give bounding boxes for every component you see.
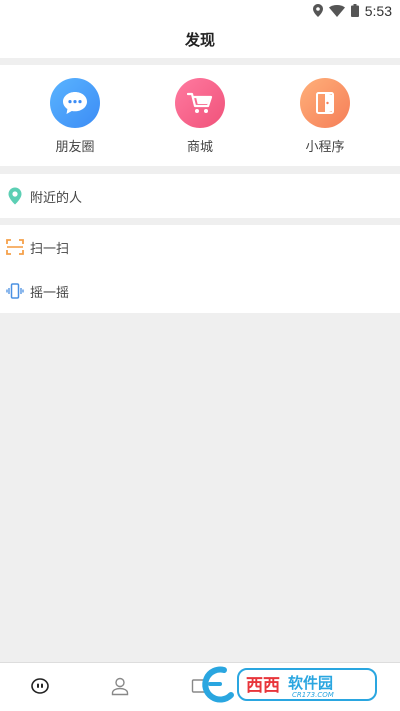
- quick-label-mini-program: 小程序: [305, 140, 345, 155]
- page-title: 发现: [184, 31, 215, 49]
- quick-item-mall[interactable]: 商城: [150, 78, 250, 155]
- scan-label: 扫一扫: [30, 241, 70, 257]
- tab-chats[interactable]: [20, 663, 60, 711]
- contacts-tab-icon: [110, 676, 130, 700]
- door-icon: [300, 78, 350, 128]
- scan-icon: [6, 238, 24, 256]
- header: 发现: [0, 22, 400, 58]
- shopping-cart-icon: [175, 78, 225, 128]
- watermark-logo: 西西 软件园 CR173.COM: [198, 664, 380, 704]
- nearby-people-row[interactable]: 附近的人: [0, 174, 400, 218]
- status-icons: 5:53: [312, 2, 392, 21]
- quick-actions-panel: 朋友圈 商城 小程序: [0, 65, 400, 166]
- wifi-icon: [328, 2, 345, 21]
- shake-label: 摇一摇: [30, 285, 70, 301]
- location-icon: [312, 2, 323, 21]
- shake-row[interactable]: 摇一摇: [0, 269, 400, 313]
- status-time: 5:53: [364, 3, 392, 19]
- chat-bubble-icon: [50, 78, 100, 128]
- battery-icon: [350, 2, 359, 21]
- chat-tab-icon: [30, 676, 50, 700]
- nearby-people-label: 附近的人: [30, 190, 83, 206]
- shake-phone-icon: [6, 282, 24, 300]
- status-bar: 5:53: [0, 0, 400, 22]
- svg-text:西西: 西西: [246, 676, 280, 696]
- tab-contacts[interactable]: [100, 663, 140, 711]
- quick-item-moments[interactable]: 朋友圈: [25, 78, 125, 155]
- scan-row[interactable]: 扫一扫: [0, 225, 400, 269]
- svg-text:软件园: 软件园: [288, 674, 333, 692]
- location-pin-icon: [6, 187, 24, 205]
- quick-item-mini-program[interactable]: 小程序: [275, 78, 375, 155]
- quick-label-moments: 朋友圈: [55, 140, 95, 155]
- quick-label-mall: 商城: [186, 140, 213, 155]
- svg-text:CR173.COM: CR173.COM: [292, 691, 334, 699]
